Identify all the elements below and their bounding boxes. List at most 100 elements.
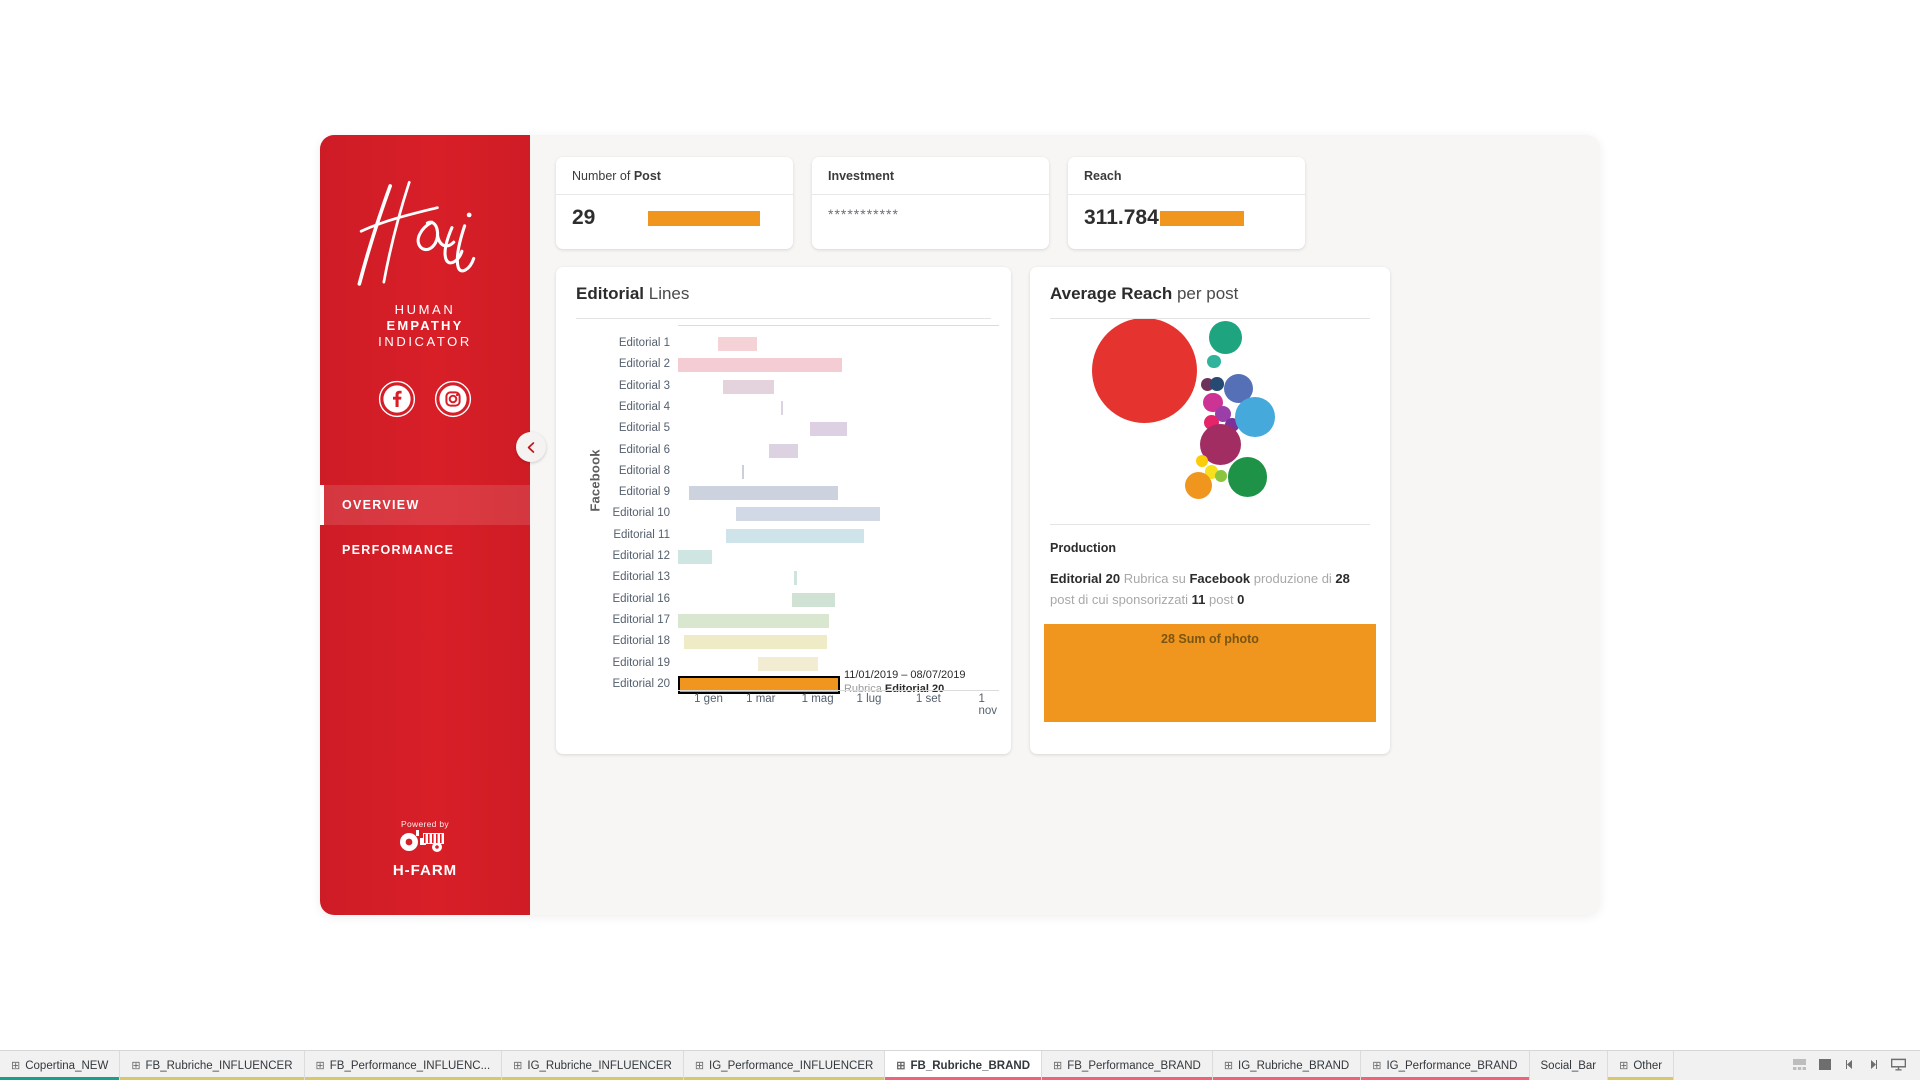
- gantt-bar[interactable]: [718, 337, 757, 351]
- gantt-bar[interactable]: [809, 422, 847, 437]
- gantt-row-track: [678, 482, 999, 503]
- gantt-bar[interactable]: [678, 550, 712, 564]
- workbook-tab[interactable]: ⊞ FB_Rubriche_BRAND: [885, 1051, 1043, 1080]
- gantt-row[interactable]: Editorial 9: [556, 482, 1011, 503]
- sidebar-collapse-button[interactable]: [516, 432, 546, 462]
- gantt-x-tick: 1 lug: [856, 693, 882, 705]
- reach-bubble[interactable]: [1091, 319, 1198, 423]
- logo-subtitle: HUMAN EMPATHY INDICATOR: [320, 302, 530, 350]
- gantt-row-label: Editorial 19: [612, 656, 670, 669]
- workbook-tab[interactable]: ⊞ FB_Rubriche_INFLUENCER: [120, 1051, 305, 1080]
- fit-view-icon[interactable]: [1819, 1058, 1832, 1074]
- instagram-icon[interactable]: [434, 380, 472, 418]
- gantt-row[interactable]: Editorial 8: [556, 461, 1011, 482]
- editorial-lines-title: Editorial Lines: [556, 267, 1011, 318]
- sidebar-item-overview[interactable]: OVERVIEW: [320, 485, 530, 525]
- production-zero-count: 0: [1237, 592, 1245, 607]
- reach-bubble[interactable]: [1215, 470, 1228, 483]
- gantt-row-label: Editorial 20: [612, 677, 670, 690]
- gantt-row[interactable]: Editorial 6: [556, 440, 1011, 461]
- production-photo-treemap[interactable]: 28 Sum of photo: [1044, 624, 1376, 722]
- gantt-row-label: Editorial 13: [612, 571, 670, 584]
- gantt-bar[interactable]: [769, 443, 799, 458]
- reach-bubble[interactable]: [1210, 377, 1224, 391]
- sheet-grid-icon: ⊞: [1053, 1060, 1063, 1072]
- gantt-row-track: [678, 354, 999, 375]
- reach-bubble[interactable]: [1195, 454, 1209, 467]
- workbook-tab[interactable]: ⊞ Copertina_NEW: [0, 1051, 121, 1080]
- gantt-row[interactable]: Editorial 10: [556, 503, 1011, 524]
- workbook-tab[interactable]: ⊞ FB_Performance_INFLUENC...: [304, 1051, 503, 1080]
- tractor-icon: [400, 830, 444, 852]
- average-reach-bubble-chart[interactable]: [1044, 319, 1376, 524]
- workbook-tab[interactable]: Social_Bar: [1529, 1051, 1609, 1080]
- gantt-bar[interactable]: [742, 464, 745, 479]
- gantt-row[interactable]: Editorial 5: [556, 418, 1011, 439]
- production-sponsored-count: 11: [1191, 592, 1206, 607]
- reach-bubble[interactable]: [1208, 320, 1242, 354]
- gantt-bar[interactable]: [758, 656, 818, 671]
- average-reach-title-bold: Average Reach: [1050, 284, 1173, 303]
- gantt-row[interactable]: Editorial 12: [556, 546, 1011, 567]
- workbook-tab[interactable]: ⊞ Other: [1608, 1051, 1675, 1080]
- kpi-body: 29: [556, 195, 793, 230]
- reach-bubble[interactable]: [1235, 396, 1275, 437]
- gantt-row[interactable]: Editorial 13: [556, 567, 1011, 588]
- presentation-icon[interactable]: [1890, 1058, 1907, 1074]
- workbook-tab[interactable]: ⊞ IG_Performance_INFLUENCER: [683, 1051, 886, 1080]
- previous-arrow-icon[interactable]: [1845, 1058, 1855, 1074]
- gantt-bar[interactable]: [678, 613, 829, 628]
- reach-bubble[interactable]: [1184, 471, 1213, 500]
- kpi-title: Reach: [1068, 157, 1305, 183]
- grid-view-icon[interactable]: [1793, 1058, 1806, 1074]
- gantt-bar[interactable]: [793, 571, 797, 586]
- reach-bubble[interactable]: [1207, 354, 1221, 369]
- gantt-bar[interactable]: [722, 379, 775, 394]
- sheet-grid-icon: ⊞: [11, 1060, 21, 1072]
- gantt-row[interactable]: Editorial 1: [556, 333, 1011, 354]
- taskbar-view-controls: [1779, 1051, 1920, 1080]
- kpi-bar: [1160, 210, 1244, 226]
- reach-bubble[interactable]: [1227, 457, 1268, 497]
- workbook-tab[interactable]: ⊞ FB_Performance_BRAND: [1042, 1051, 1213, 1080]
- production-editorial-name: Editorial 20: [1050, 571, 1121, 586]
- gantt-row[interactable]: Editorial 4: [556, 397, 1011, 418]
- gantt-bar[interactable]: [689, 486, 839, 501]
- gantt-x-tick: 1 mar: [746, 693, 776, 705]
- sidebar-item-performance[interactable]: PERFORMANCE: [320, 530, 530, 570]
- next-arrow-icon[interactable]: [1868, 1058, 1878, 1074]
- editorial-lines-title-bold: Editorial: [576, 284, 645, 303]
- gantt-row-track: [678, 503, 999, 524]
- gantt-bar[interactable]: [780, 400, 783, 415]
- gantt-row[interactable]: Editorial 18: [556, 631, 1011, 652]
- editorial-lines-gantt-chart[interactable]: Facebook Editorial 1 Editorial 2 Editorial…: [556, 325, 1011, 717]
- editorial-lines-title-light: Lines: [644, 284, 690, 303]
- gantt-bar[interactable]: [684, 635, 828, 650]
- gantt-row[interactable]: Editorial 17: [556, 610, 1011, 631]
- gantt-bar[interactable]: [735, 507, 881, 522]
- gantt-bar[interactable]: [791, 592, 836, 607]
- workbook-tab[interactable]: ⊞ IG_Rubriche_BRAND: [1212, 1051, 1362, 1080]
- workbook-tab-label: Copertina_NEW: [25, 1059, 109, 1072]
- workbook-tab[interactable]: ⊞ IG_Rubriche_INFLUENCER: [502, 1051, 684, 1080]
- gantt-row[interactable]: Editorial 11: [556, 525, 1011, 546]
- gantt-x-tick: 1 nov: [978, 693, 998, 717]
- gantt-row-track: [678, 461, 999, 482]
- sheet-grid-icon: ⊞: [694, 1060, 705, 1072]
- facebook-icon[interactable]: [378, 380, 416, 418]
- kpi-title: Number of Post: [556, 157, 793, 183]
- kpi-row: Number of Post 29 Investment *********** Rea…: [556, 157, 1574, 249]
- gantt-row-track: [678, 333, 999, 354]
- gantt-row[interactable]: Editorial 2: [556, 354, 1011, 375]
- gantt-row-label: Editorial 2: [618, 358, 670, 371]
- gantt-row[interactable]: Editorial 20 11/01/2019 – 08/07/2019 Rubri…: [556, 669, 1011, 695]
- gantt-bar[interactable]: [678, 358, 842, 373]
- sidebar-item-overview-label: OVERVIEW: [342, 498, 420, 512]
- kpi-masked-value: ***********: [828, 206, 899, 222]
- gantt-row[interactable]: Editorial 3: [556, 376, 1011, 397]
- gantt-bar[interactable]: [726, 528, 865, 543]
- workbook-tab[interactable]: ⊞ IG_Performance_BRAND: [1361, 1051, 1530, 1080]
- production-platform: Facebook: [1189, 571, 1251, 586]
- gantt-row[interactable]: Editorial 16: [556, 589, 1011, 610]
- gantt-bar-selected[interactable]: [678, 675, 841, 694]
